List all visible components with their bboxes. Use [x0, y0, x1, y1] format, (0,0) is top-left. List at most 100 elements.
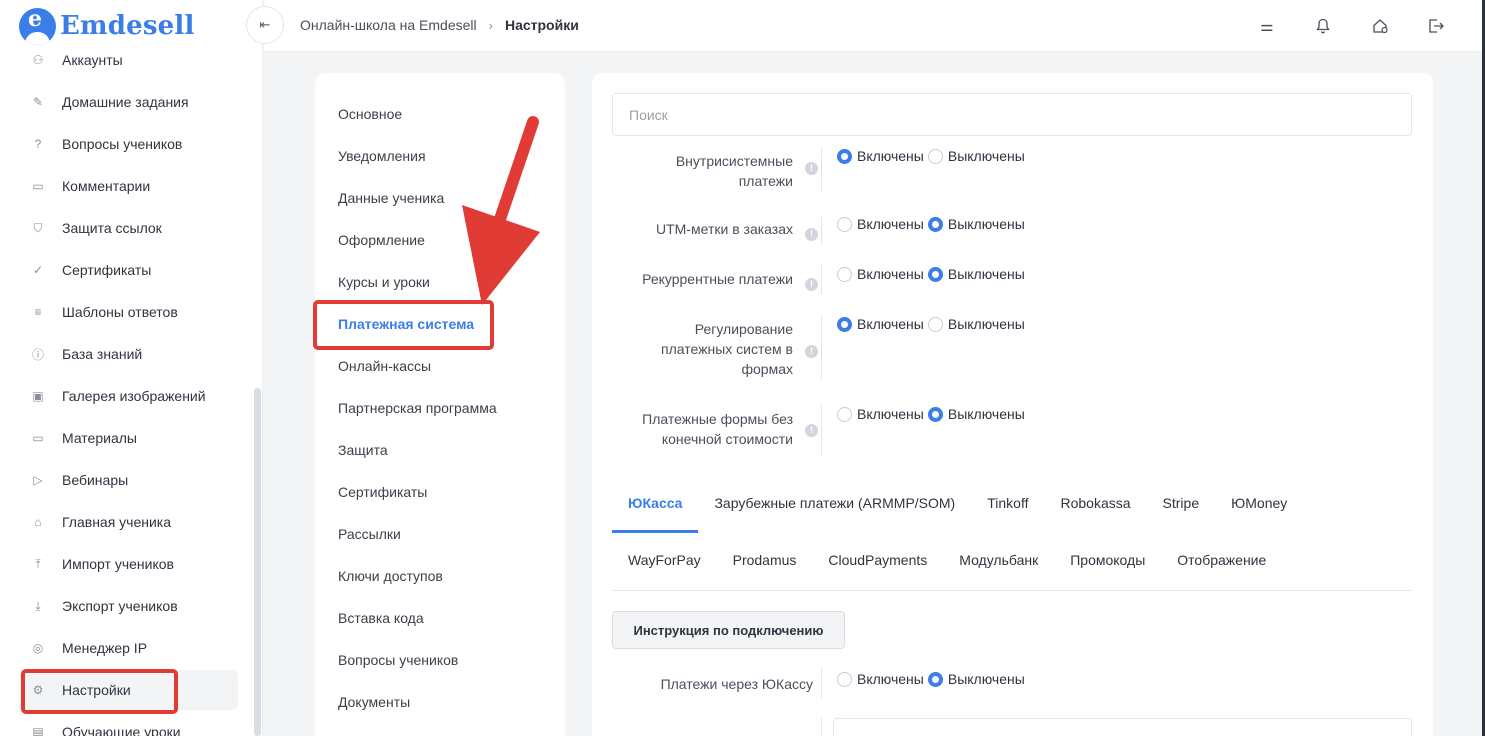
radio-disabled[interactable] [927, 671, 943, 687]
sliders-icon[interactable]: ⚌ [1257, 16, 1277, 36]
list-icon: ≡ [34, 305, 42, 319]
payment-tab[interactable]: Robokassa [1044, 493, 1146, 533]
bell-icon[interactable] [1313, 16, 1333, 36]
payment-tab[interactable]: Prodamus [717, 550, 813, 590]
home-settings-icon[interactable] [1370, 16, 1390, 36]
settings-menu-item[interactable]: Курсы и уроки [338, 274, 430, 290]
sidebar-item[interactable]: ⤓ Экспорт учеников [20, 586, 238, 626]
settings-menu-item[interactable]: Оформление [338, 232, 425, 248]
sidebar-item[interactable]: ⤒ Импорт учеников [20, 544, 238, 584]
radio-label[interactable]: Включены [857, 148, 924, 164]
search-input[interactable] [612, 93, 1412, 136]
divider [821, 147, 822, 191]
info-icon[interactable]: ! [805, 424, 818, 437]
setting-radio-group: Включены Выключены [837, 266, 1029, 282]
payment-tab[interactable]: Tinkoff [971, 493, 1044, 533]
radio-label[interactable]: Выключены [948, 266, 1025, 282]
setting-label-line: платежи [738, 173, 793, 189]
settings-menu-item[interactable]: Партнерская программа [338, 400, 497, 416]
payment-tabs-row-1: ЮКасса Зарубежные платежи (ARMMP/SOM) Tink… [612, 493, 1303, 533]
settings-menu-item[interactable]: Основное [338, 106, 402, 122]
radio-label[interactable]: Выключены [948, 406, 1025, 422]
shield-icon: ⛉ [33, 220, 43, 235]
sidebar-item[interactable]: ▭ Комментарии [20, 166, 238, 206]
radio-disabled[interactable] [927, 406, 943, 422]
sidebar-item-label: База знаний [62, 346, 143, 362]
payment-tab[interactable]: ЮMoney [1215, 493, 1303, 533]
settings-menu-item[interactable]: Защита [338, 442, 388, 458]
sidebar-item[interactable]: ⚇ Аккаунты [20, 40, 238, 80]
setting-label: Внутрисистемные платежи [676, 151, 793, 191]
instruction-button[interactable]: Инструкция по подключению [612, 611, 845, 649]
users-icon: ⚇ [32, 53, 44, 67]
radio-label[interactable]: Включены [857, 266, 924, 282]
radio-label[interactable]: Выключены [948, 671, 1025, 687]
info-icon[interactable]: ! [805, 228, 818, 241]
sidebar-item[interactable]: ▣ Галерея изображений [20, 376, 238, 416]
sidebar-item[interactable]: ✎ Домашние задания [20, 82, 238, 122]
sidebar-item[interactable]: ⛉ Защита ссылок [20, 208, 238, 248]
breadcrumb-root[interactable]: Онлайн-школа на Emdesell [300, 17, 477, 33]
radio-disabled[interactable] [927, 148, 943, 164]
payment-tab[interactable]: Зарубежные платежи (ARMMP/SOM) [698, 493, 971, 533]
radio-label[interactable]: Выключены [948, 216, 1025, 232]
info-icon: ⓘ [31, 347, 44, 362]
divider [821, 668, 822, 698]
sidebar-item[interactable]: ? Вопросы учеников [20, 124, 238, 164]
info-icon[interactable]: ! [805, 162, 818, 175]
payment-tab[interactable]: WayForPay [612, 550, 717, 590]
payment-tab[interactable]: ЮКасса [612, 493, 699, 533]
info-icon[interactable]: ! [805, 345, 818, 358]
settings-menu-item[interactable]: Вставка кода [338, 610, 424, 626]
radio-enabled[interactable] [837, 671, 852, 687]
radio-disabled[interactable] [927, 316, 943, 332]
sidebar-item[interactable]: ▤ Обучающие уроки [20, 712, 238, 736]
radio-disabled[interactable] [927, 216, 943, 232]
shop-id-input[interactable] [833, 718, 1412, 736]
settings-menu-item[interactable]: Уведомления [338, 148, 426, 164]
sidebar-item[interactable]: ▷ Вебинары [20, 460, 238, 500]
setting-label: Платежные формы без конечной стоимости [642, 409, 793, 449]
sidebar-scrollbar[interactable] [254, 388, 261, 736]
payment-tab[interactable]: Модульбанк [943, 550, 1054, 590]
sidebar-item[interactable]: ✓ Сертификаты [20, 250, 238, 290]
payment-tab[interactable]: Отображение [1161, 550, 1282, 590]
sidebar-item[interactable]: ⌂ Главная ученика [20, 502, 238, 542]
radio-label[interactable]: Включены [857, 316, 924, 332]
radio-enabled[interactable] [837, 148, 852, 164]
sidebar-item[interactable]: ≡ Шаблоны ответов [20, 292, 238, 332]
divider [821, 265, 822, 295]
payment-tab[interactable]: Промокоды [1054, 550, 1161, 590]
logout-icon[interactable] [1426, 16, 1446, 36]
radio-enabled[interactable] [837, 316, 852, 332]
payment-tab[interactable]: Stripe [1147, 493, 1216, 533]
collapse-sidebar-button[interactable]: ⇤ [246, 6, 284, 44]
sidebar-item-label: Главная ученика [62, 514, 172, 530]
setting-label-line: Рекуррентные платежи [642, 271, 793, 287]
radio-label[interactable]: Включены [857, 406, 924, 422]
sidebar-item[interactable]: ◎ Менеджер IP [20, 628, 238, 668]
payment-tab[interactable]: CloudPayments [812, 550, 943, 590]
radio-enabled[interactable] [837, 406, 852, 422]
radio-label[interactable]: Включены [857, 671, 924, 687]
settings-menu-item[interactable]: Данные ученика [338, 190, 444, 206]
sidebar-item[interactable]: ⓘ База знаний [20, 334, 238, 374]
settings-menu-item[interactable]: Ключи доступов [338, 568, 443, 584]
radio-enabled[interactable] [837, 216, 852, 232]
settings-menu-item[interactable]: Сертификаты [338, 484, 427, 500]
radio-label[interactable]: Выключены [948, 316, 1025, 332]
radio-label[interactable]: Включены [857, 216, 924, 232]
sidebar-item[interactable]: ▭ Материалы [20, 418, 238, 458]
target-icon: ◎ [32, 641, 44, 655]
settings-menu-item[interactable]: Вопросы учеников [338, 652, 458, 668]
radio-label[interactable]: Выключены [948, 148, 1025, 164]
radio-disabled[interactable] [927, 266, 943, 282]
radio-enabled[interactable] [837, 266, 852, 282]
settings-menu-item[interactable]: Документы [338, 694, 410, 710]
sidebar-item-label: Материалы [62, 430, 137, 446]
info-icon[interactable]: ! [805, 278, 818, 291]
settings-menu-item[interactable]: Онлайн-кассы [338, 358, 431, 374]
logo-letter: e [28, 7, 42, 32]
tabs-divider [612, 590, 1412, 591]
settings-menu-item[interactable]: Рассылки [338, 526, 401, 542]
